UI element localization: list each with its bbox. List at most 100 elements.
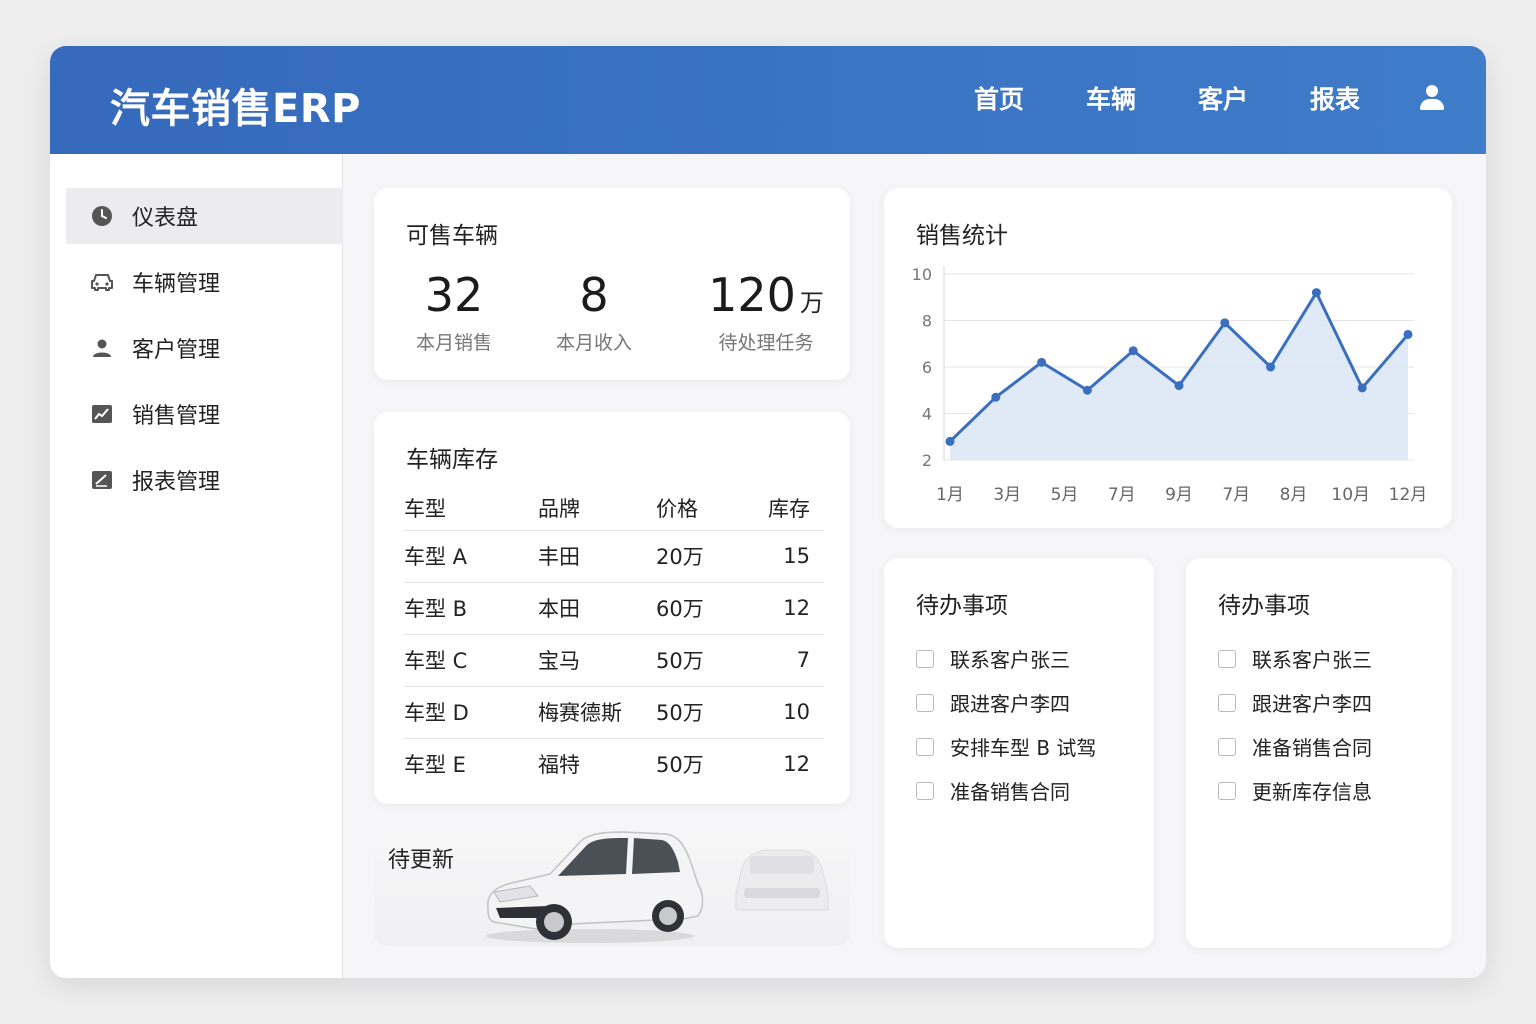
x-tick-label: 5月	[1051, 485, 1079, 505]
nav-reports[interactable]: 报表	[1310, 80, 1360, 116]
stat-monthly-sales: 32 本月销售	[394, 268, 514, 355]
data-point	[991, 392, 1001, 402]
cell-brand: 福特	[538, 753, 580, 778]
todo-item[interactable]: 准备销售合同	[1218, 732, 1372, 761]
cell-stock: 12	[783, 752, 810, 777]
y-tick-label: 10	[912, 265, 932, 284]
todo-checkbox[interactable]	[916, 781, 934, 800]
pending-update-panel: 待更新	[374, 818, 850, 946]
todo-item[interactable]: 联系客户张三	[916, 644, 1070, 673]
stat-label: 本月销售	[415, 332, 492, 354]
cell-brand: 丰田	[538, 530, 656, 583]
sidebar-item-label: 车辆管理	[132, 272, 221, 297]
sales-chart: 2 4 6 8 10 1月 3月 5月 7月 9月 7月 8月 10月 12月	[912, 265, 1428, 505]
sidebar-item-sales[interactable]: 销售管理	[66, 386, 343, 442]
stat-label: 本月收入	[555, 332, 632, 354]
x-tick-label: 9月	[1165, 485, 1193, 505]
todo-item[interactable]: 联系客户张三	[1218, 644, 1372, 673]
report-icon	[90, 468, 114, 492]
cell-price: 50万	[656, 634, 754, 687]
inventory-card: 车辆库存 车型 品牌 价格 库存 车型 A 丰田 20万 15 车型 B 本田 …	[374, 412, 850, 804]
stat-label: 待处理任务	[718, 332, 814, 354]
car-image	[486, 831, 704, 943]
sidebar-item-label: 仪表盘	[132, 206, 199, 231]
table-header-row: 车型 品牌 价格 库存	[404, 486, 824, 531]
stats-title: 可售车辆	[406, 223, 498, 249]
user-icon[interactable]	[1418, 84, 1446, 112]
data-point	[1037, 357, 1047, 367]
cell-brand: 宝马	[538, 634, 656, 687]
car-faded-image	[735, 849, 829, 911]
todo-item[interactable]: 安排车型 B 试驾	[916, 732, 1096, 761]
x-tick-label: 3月	[993, 485, 1021, 505]
sidebar: 仪表盘 车辆管理 客户管理 销售管理 报表管理	[50, 154, 343, 978]
y-tick-label: 6	[922, 358, 932, 377]
data-point	[1311, 288, 1321, 298]
cell-price: 60万	[656, 582, 754, 635]
sidebar-item-customers[interactable]: 客户管理	[66, 320, 343, 376]
table-row[interactable]: 车型 D 梅赛德斯 50万 10	[404, 686, 824, 739]
nav-customers[interactable]: 客户	[1198, 80, 1248, 116]
nav-home[interactable]: 首页	[974, 80, 1024, 116]
cell-stock: 7	[754, 634, 824, 687]
sidebar-item-label: 报表管理	[132, 470, 221, 495]
column-header: 车型	[404, 486, 538, 531]
data-point	[1128, 346, 1138, 356]
table-row[interactable]: 车型 E 福特 50万 12	[404, 738, 824, 790]
y-tick-label: 8	[922, 312, 932, 331]
table-row[interactable]: 车型 C 宝马 50万 7	[404, 634, 824, 687]
todo-checkbox[interactable]	[1218, 649, 1236, 668]
series-area	[950, 292, 1408, 460]
cell-brand: 本田	[538, 582, 656, 635]
stat-unit: 万	[799, 289, 824, 317]
todo-title: 待办事项	[1218, 593, 1310, 619]
data-point	[1220, 318, 1230, 328]
app-window: 汽车销售ERP 首页 车辆 客户 报表 仪表盘 车辆管理 客户管理 销售管理 报…	[50, 46, 1486, 978]
cell-stock: 12	[754, 582, 824, 635]
todo-checkbox[interactable]	[1218, 693, 1236, 712]
data-point	[945, 436, 955, 446]
sales-chart-card: 销售统计 2 4 6 8 10 1月 3月 5月 7月 9月 7月 8月 10月 12月	[884, 188, 1452, 528]
y-tick-label: 4	[922, 405, 932, 424]
x-tick-label: 12月	[1389, 485, 1428, 505]
person-icon	[90, 336, 114, 360]
todo-item[interactable]: 准备销售合同	[916, 776, 1070, 805]
cell-price: 50万	[656, 753, 704, 778]
sidebar-item-reports[interactable]: 报表管理	[66, 452, 343, 508]
x-tick-label: 10月	[1331, 485, 1370, 505]
todo-label: 准备销售合同	[950, 780, 1070, 804]
cell-price: 20万	[656, 530, 754, 583]
data-point	[1403, 329, 1413, 339]
todo-title: 待办事项	[916, 593, 1008, 619]
todo-checkbox[interactable]	[916, 693, 934, 712]
todo-checkbox[interactable]	[916, 737, 934, 756]
top-nav: 首页 车辆 客户 报表	[912, 80, 1446, 116]
stat-pending-tasks: 120 万 待处理任务	[694, 268, 838, 355]
todo-item[interactable]: 跟进客户李四	[1218, 688, 1372, 717]
sidebar-item-vehicles[interactable]: 车辆管理	[66, 254, 343, 310]
todo-label: 安排车型 B 试驾	[950, 736, 1097, 760]
table-row[interactable]: 车型 A 丰田 20万 15	[404, 530, 824, 583]
cell-model: 车型 B	[404, 582, 538, 635]
y-tick-label: 2	[922, 451, 932, 470]
todo-label: 跟进客户李四	[1252, 692, 1372, 716]
data-point	[1082, 385, 1092, 395]
nav-vehicles[interactable]: 车辆	[1086, 80, 1136, 116]
promo-label: 待更新	[388, 848, 455, 873]
todo-item[interactable]: 更新库存信息	[1218, 776, 1372, 805]
x-tick-label: 1月	[936, 485, 964, 505]
todo-checkbox[interactable]	[916, 649, 934, 668]
todo-item[interactable]: 跟进客户李四	[916, 688, 1070, 717]
x-tick-label: 7月	[1108, 485, 1136, 505]
cell-price: 50万	[656, 686, 754, 739]
table-row[interactable]: 车型 B 本田 60万 12	[404, 582, 824, 635]
stat-value: 120	[708, 268, 796, 322]
sidebar-item-label: 销售管理	[132, 404, 221, 429]
todo-checkbox[interactable]	[1218, 737, 1236, 756]
stat-value: 8	[579, 268, 609, 322]
cell-model: 车型 A	[404, 530, 538, 583]
todo-label: 联系客户张三	[950, 648, 1070, 672]
inventory-table: 车型 品牌 价格 库存 车型 A 丰田 20万 15 车型 B 本田 60万 1	[404, 486, 824, 790]
todo-checkbox[interactable]	[1218, 781, 1236, 800]
sidebar-item-dashboard[interactable]: 仪表盘	[66, 188, 343, 244]
